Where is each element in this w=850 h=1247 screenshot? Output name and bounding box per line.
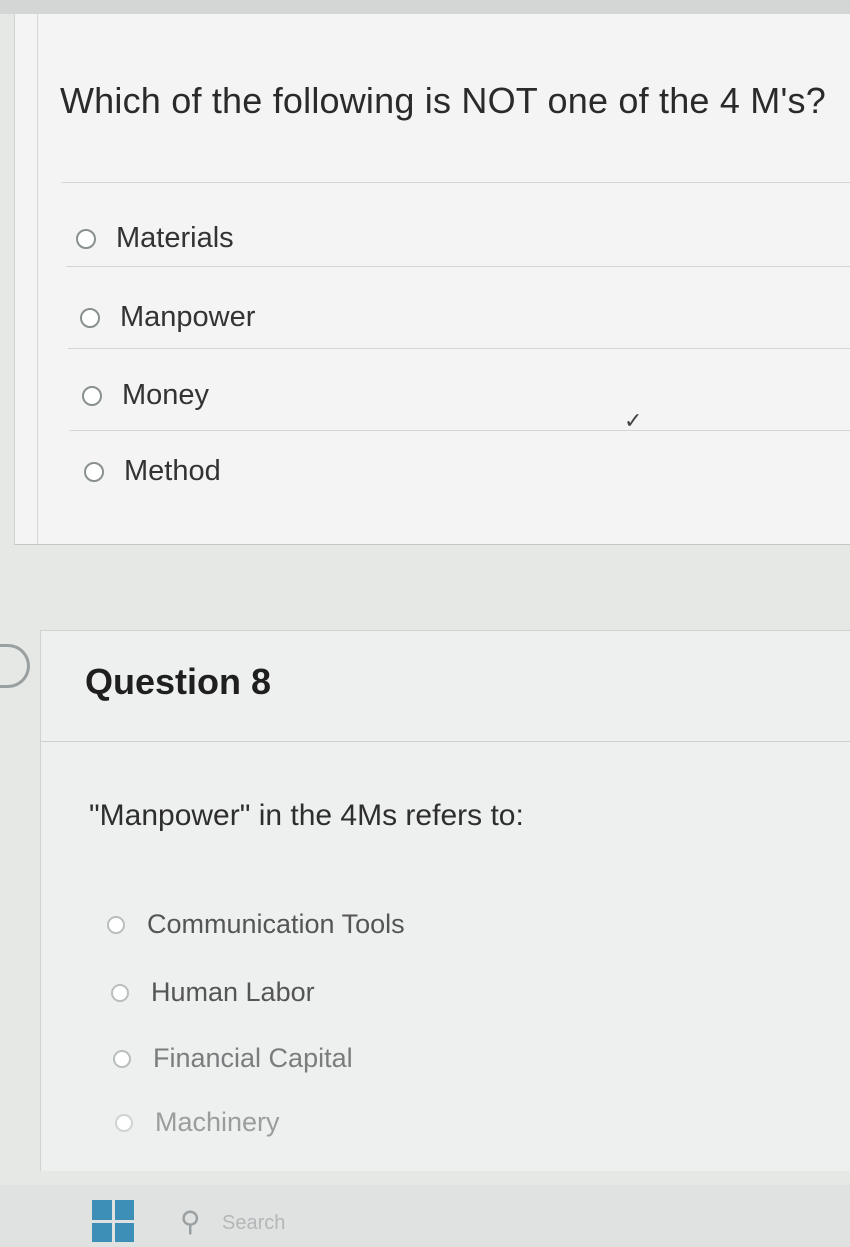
option-label: Financial Capital (153, 1043, 353, 1073)
option-machinery[interactable]: Machinery (115, 1107, 280, 1138)
question-8-text: "Manpower" in the 4Ms refers to: (89, 799, 524, 832)
search-icon[interactable]: ⚲ (180, 1205, 201, 1238)
option-materials[interactable]: Materials (76, 222, 234, 255)
question-8-title: Question 8 (85, 661, 272, 702)
radio-icon[interactable] (76, 228, 96, 249)
taskbar-search-input[interactable]: Search (222, 1212, 285, 1235)
question-8-card: Question 8 "Manpower" in the 4Ms refers … (40, 630, 850, 1171)
radio-icon[interactable] (113, 1049, 131, 1068)
option-manpower[interactable]: Manpower (80, 301, 255, 334)
divider (68, 348, 850, 349)
option-label: Method (124, 455, 221, 487)
flag-icon[interactable] (0, 644, 30, 688)
divider (70, 430, 850, 431)
option-money[interactable]: Money (82, 379, 209, 412)
divider (62, 182, 850, 183)
radio-icon[interactable] (82, 385, 102, 406)
option-label: Machinery (155, 1107, 280, 1137)
windows-icon[interactable] (92, 1200, 134, 1242)
option-method[interactable]: Method (84, 455, 221, 488)
radio-icon[interactable] (107, 915, 125, 934)
option-label: Materials (116, 222, 234, 254)
option-communication-tools[interactable]: Communication Tools (107, 909, 405, 940)
question-7-text: Which of the following is NOT one of the… (60, 80, 826, 121)
option-label: Money (122, 379, 210, 411)
divider (41, 741, 850, 742)
radio-icon[interactable] (111, 983, 129, 1002)
option-human-labor[interactable]: Human Labor (111, 977, 315, 1008)
option-financial-capital[interactable]: Financial Capital (113, 1043, 353, 1074)
option-label: Human Labor (151, 977, 315, 1007)
divider (66, 266, 850, 267)
radio-icon[interactable] (115, 1113, 133, 1132)
option-label: Communication Tools (147, 909, 405, 939)
browser-top-edge (0, 0, 850, 14)
option-label: Manpower (120, 301, 256, 333)
radio-icon[interactable] (84, 461, 104, 482)
radio-icon[interactable] (80, 307, 100, 328)
